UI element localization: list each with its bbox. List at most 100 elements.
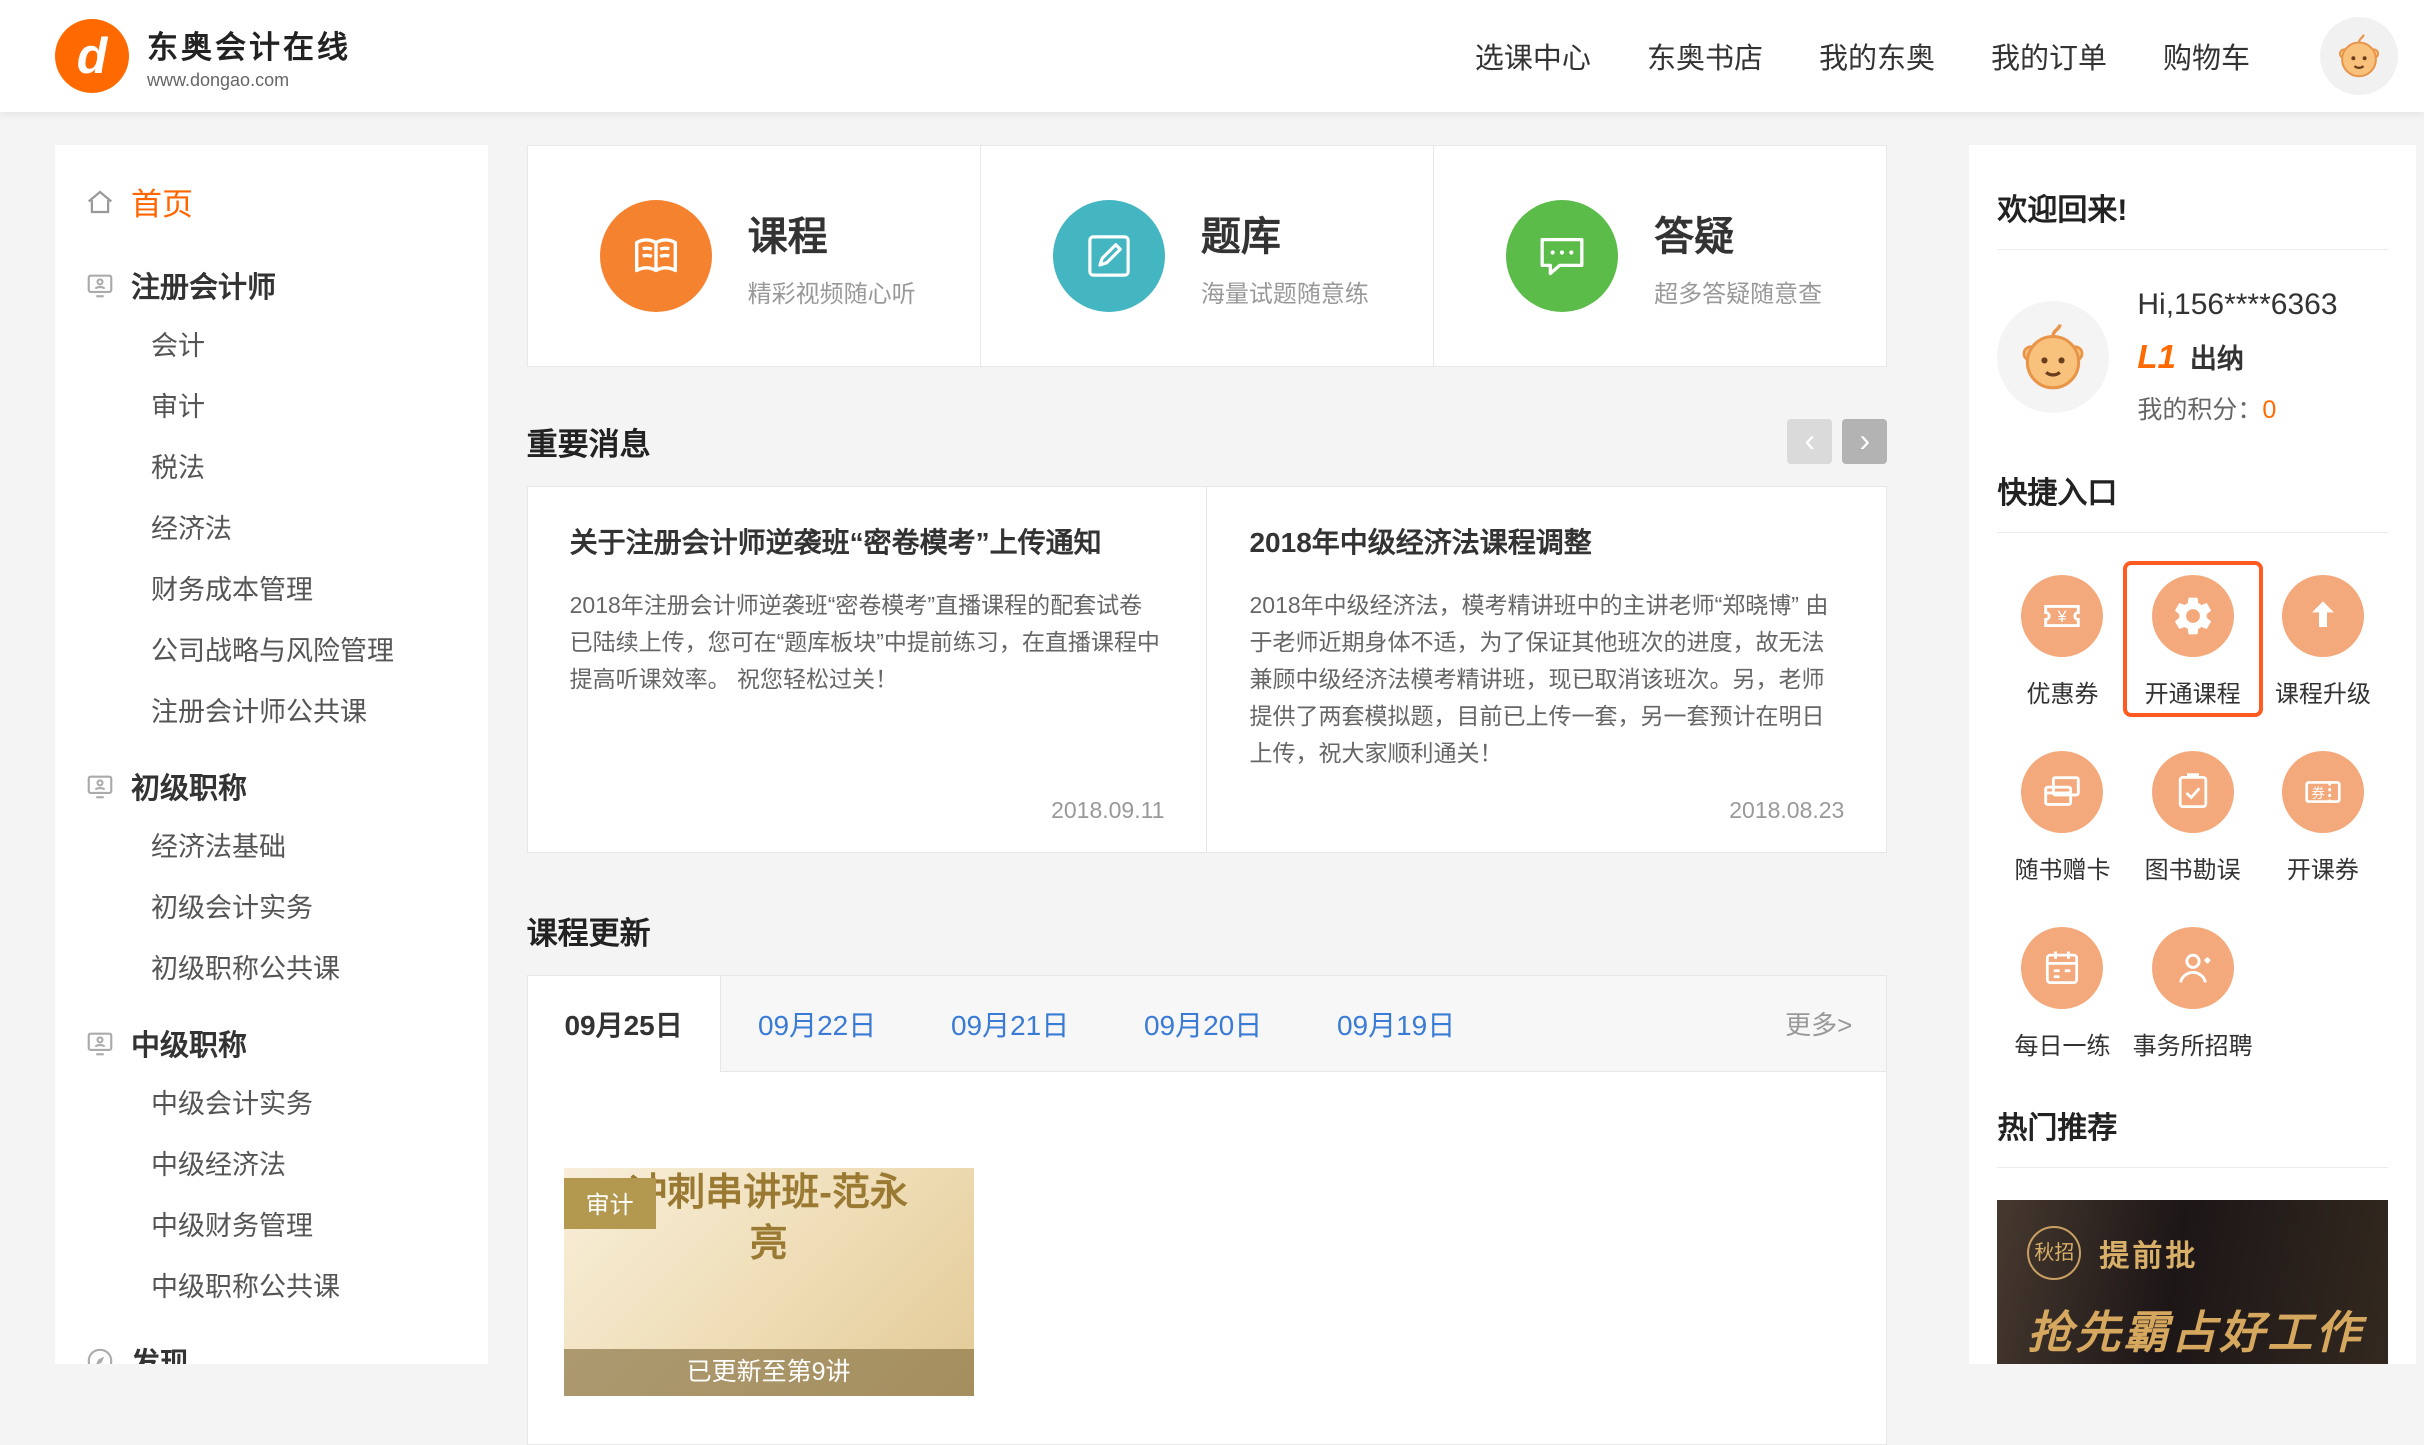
course-updates-box: 09月25日 09月22日 09月21日 09月20日 09月19日 更多> 审…: [527, 975, 1888, 1445]
nav-bookstore[interactable]: 东奥书店: [1647, 35, 1763, 77]
main-content: 课程 精彩视频随心听 题库 海量试题随意练: [527, 145, 1888, 1445]
level-badge: L1: [2137, 338, 2176, 376]
nav-my-dongao[interactable]: 我的东奥: [1819, 35, 1935, 77]
brand-logo[interactable]: d 东奥会计在线 www.dongao.com: [55, 19, 351, 93]
quick-coupon[interactable]: ¥ 优惠券: [2021, 575, 2103, 709]
level-title: 出纳: [2190, 337, 2244, 376]
points-label: 我的积分：: [2137, 396, 2262, 424]
section-label: 初级职称: [131, 765, 247, 807]
news-body: 2018年注册会计师逆袭班“密卷模考”直播课程的配套试卷已陆续上传，您可在“题库…: [570, 587, 1165, 698]
course-status: 已更新至第9讲: [564, 1349, 974, 1396]
hot-recommendations-heading: 热门推荐: [1997, 1103, 2388, 1168]
sidebar-home[interactable]: 首页: [55, 163, 488, 242]
section-label: 注册会计师: [131, 264, 276, 306]
gear-icon: [2152, 575, 2234, 657]
quick-course-ticket[interactable]: 券 开课券: [2282, 751, 2364, 885]
upgrade-icon: [2282, 575, 2364, 657]
tab-date-1[interactable]: 09月25日: [528, 976, 721, 1072]
quick-activate-course[interactable]: 开通课程: [2145, 575, 2241, 709]
news-title: 关于注册会计师逆袭班“密卷模考”上传通知: [570, 521, 1165, 561]
feature-title: 答疑: [1654, 204, 1822, 262]
news-title: 2018年中级经济法课程调整: [1249, 521, 1844, 561]
badge-icon: [85, 1028, 115, 1058]
feature-title: 课程: [748, 204, 916, 262]
sidebar-item[interactable]: 审计: [55, 377, 488, 438]
tab-date-2[interactable]: 09月22日: [721, 976, 914, 1071]
feature-question-bank[interactable]: 题库 海量试题随意练: [980, 146, 1433, 366]
news-date: 2018.09.11: [570, 797, 1165, 824]
promo-badge: 秋招: [2027, 1226, 2081, 1280]
quick-firm-recruiting[interactable]: 事务所招聘: [2133, 927, 2253, 1061]
calendar-icon: [2021, 927, 2103, 1009]
more-link[interactable]: 更多>: [1785, 1005, 1886, 1042]
profile-card: Hi,156****6363 L1 出纳 我的积分：0: [1997, 250, 2388, 468]
gift-cards-icon: [2021, 751, 2103, 833]
quick-daily-practice[interactable]: 每日一练: [2014, 927, 2110, 1061]
sidebar-item[interactable]: 中级经济法: [55, 1135, 488, 1196]
promo-banner[interactable]: 秋招 提前批 抢先霸占好工作: [1997, 1200, 2388, 1364]
course-updates-body: 审计 冲刺串讲班-范永亮 已更新至第9讲: [528, 1072, 1887, 1444]
quick-gift-cards[interactable]: 随书赠卡: [2014, 751, 2110, 885]
quick-book-errata[interactable]: 图书勘误: [2145, 751, 2241, 885]
recruit-icon: [2152, 927, 2234, 1009]
quick-entry-grid: ¥ 优惠券 开通课程 课程升级: [1997, 533, 2388, 1075]
sidebar-item[interactable]: 经济法基础: [55, 817, 488, 878]
sidebar-home-label: 首页: [131, 179, 193, 224]
left-sidebar: 首页 注册会计师 会计 审计 税法 经济法 财务成本管理 公司战略与风险管理 注…: [55, 145, 488, 1364]
sidebar-item[interactable]: 财务成本管理: [55, 560, 488, 621]
nav-cart[interactable]: 购物车: [2163, 35, 2250, 77]
sidebar-section-intermediate[interactable]: 中级职称: [55, 1000, 488, 1074]
book-icon: [600, 200, 712, 312]
sidebar-item[interactable]: 中级财务管理: [55, 1196, 488, 1257]
news-body: 2018年中级经济法，模考精讲班中的主讲老师“郑晓博” 由于老师近期身体不适，为…: [1249, 587, 1844, 772]
svg-text:券: 券: [2311, 786, 2325, 801]
sidebar-item[interactable]: 注册会计师公共课: [55, 682, 488, 743]
mascot-avatar-icon: [2332, 29, 2386, 83]
feature-subtitle: 超多答疑随意查: [1654, 274, 1822, 309]
course-ticket-icon: 券: [2282, 751, 2364, 833]
home-icon: [85, 187, 115, 217]
promo-title: 抢先霸占好工作: [2027, 1296, 2358, 1361]
course-card[interactable]: 审计 冲刺串讲班-范永亮 已更新至第9讲: [564, 1168, 974, 1396]
news-item[interactable]: 关于注册会计师逆袭班“密卷模考”上传通知 2018年注册会计师逆袭班“密卷模考”…: [528, 487, 1207, 852]
user-avatar[interactable]: [2320, 17, 2398, 95]
sidebar-item[interactable]: 经济法: [55, 499, 488, 560]
sidebar-item[interactable]: 公司战略与风险管理: [55, 621, 488, 682]
sidebar-item[interactable]: 初级会计实务: [55, 878, 488, 939]
sidebar-item[interactable]: 初级职称公共课: [55, 939, 488, 1000]
sidebar-item[interactable]: 中级会计实务: [55, 1074, 488, 1135]
nav-course-center[interactable]: 选课中心: [1475, 35, 1591, 77]
sidebar-item[interactable]: 会计: [55, 316, 488, 377]
top-nav: 选课中心 东奥书店 我的东奥 我的订单 购物车: [1475, 17, 2398, 95]
dongao-logo-icon: d: [55, 19, 129, 93]
feature-qa[interactable]: 答疑 超多答疑随意查: [1433, 146, 1886, 366]
date-tabs: 09月25日 09月22日 09月21日 09月20日 09月19日 更多>: [528, 976, 1887, 1072]
profile-avatar[interactable]: [1997, 301, 2109, 413]
news-item[interactable]: 2018年中级经济法课程调整 2018年中级经济法，模考精讲班中的主讲老师“郑晓…: [1206, 487, 1886, 852]
sidebar-item[interactable]: 中级职称公共课: [55, 1257, 488, 1318]
tab-date-3[interactable]: 09月21日: [914, 976, 1107, 1071]
badge-icon: [85, 270, 115, 300]
feature-course[interactable]: 课程 精彩视频随心听: [528, 146, 980, 366]
sidebar-item[interactable]: 税法: [55, 438, 488, 499]
news-prev-button[interactable]: ‹: [1787, 419, 1832, 464]
sidebar-section-discover[interactable]: 发现: [55, 1318, 488, 1364]
brand-name: 东奥会计在线: [147, 22, 351, 67]
tab-date-4[interactable]: 09月20日: [1107, 976, 1300, 1071]
pencil-icon: [1053, 200, 1165, 312]
badge-icon: [85, 771, 115, 801]
quick-entry-heading: 快捷入口: [1997, 468, 2388, 533]
sidebar-section-cpa[interactable]: 注册会计师: [55, 242, 488, 316]
svg-text:¥: ¥: [2057, 608, 2068, 626]
news-next-button[interactable]: ›: [1842, 419, 1887, 464]
tab-date-5[interactable]: 09月19日: [1300, 976, 1493, 1071]
feature-title: 题库: [1201, 204, 1369, 262]
news-date: 2018.08.23: [1249, 797, 1844, 824]
course-title: 冲刺串讲班-范永亮: [619, 1168, 919, 1271]
nav-my-orders[interactable]: 我的订单: [1991, 35, 2107, 77]
news-box: 关于注册会计师逆袭班“密卷模考”上传通知 2018年注册会计师逆袭班“密卷模考”…: [527, 486, 1888, 853]
news-heading: 重要消息: [527, 419, 651, 464]
quick-course-upgrade[interactable]: 课程升级: [2275, 575, 2371, 709]
chat-icon: [1506, 200, 1618, 312]
sidebar-section-junior[interactable]: 初级职称: [55, 743, 488, 817]
